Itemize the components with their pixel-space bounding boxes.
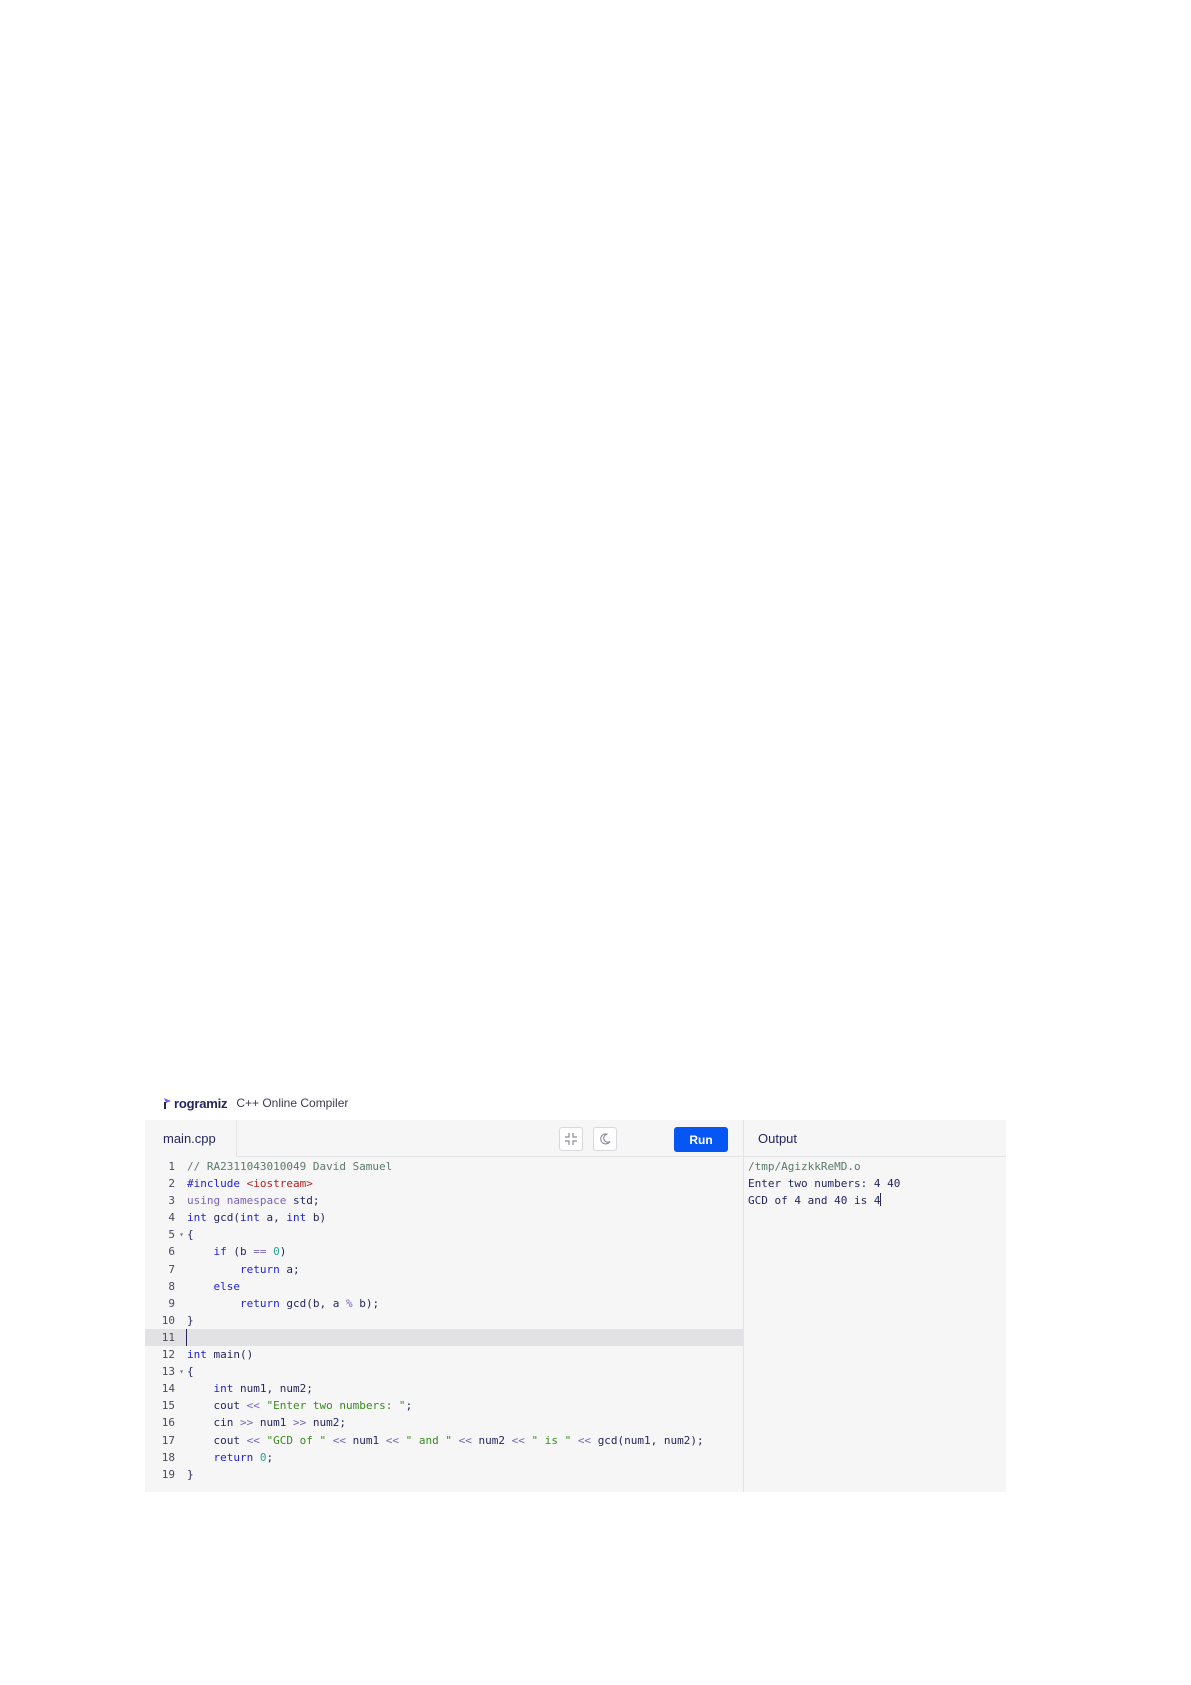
code-text: return 0; [213, 1450, 274, 1464]
line-number: 16 [161, 1416, 175, 1430]
line-number: 8 [168, 1279, 175, 1293]
run-button[interactable]: Run [674, 1127, 728, 1152]
code-text: int num1, num2; [213, 1382, 313, 1396]
code-text: if (b == 0) [213, 1245, 287, 1259]
code-text: { [187, 1365, 194, 1379]
code-line[interactable]: 11 [145, 1328, 743, 1347]
brand-header: rogramiz C++ Online Compiler [163, 1093, 348, 1113]
code-line[interactable]: 8 else [145, 1278, 743, 1295]
line-number: 3 [168, 1194, 175, 1208]
output-path: /tmp/AgizkkReMD.o [748, 1160, 861, 1173]
code-line[interactable]: 10} [145, 1312, 743, 1329]
line-number: 2 [168, 1177, 175, 1191]
code-line[interactable]: 9 return gcd(b, a % b); [145, 1295, 743, 1312]
code-line[interactable]: 15 cout << "Enter two numbers: "; [145, 1397, 743, 1414]
code-line[interactable]: 5 ▾{ [145, 1226, 743, 1243]
text-cursor [880, 1193, 882, 1207]
line-number: 18 [161, 1450, 175, 1464]
code-line[interactable]: 4 int gcd(int a, int b) [145, 1209, 743, 1226]
code-text: #include <iostream> [187, 1177, 313, 1191]
editor-panel: main.cpp Run 1 // RA2311043010049 David S… [145, 1120, 743, 1492]
code-line[interactable]: 2 #include <iostream> [145, 1175, 743, 1192]
code-text: { [187, 1228, 194, 1242]
output-line: Enter two numbers: 4 40 [748, 1177, 901, 1191]
line-number: 11 [161, 1330, 175, 1344]
code-text: cout << "Enter two numbers: "; [187, 1399, 413, 1413]
compiler-app: rogramiz C++ Online Compiler main.cpp Ru… [145, 1085, 1006, 1492]
output-header: Output [744, 1120, 1006, 1157]
output-panel: Output /tmp/AgizkkReMD.o Enter two number… [743, 1120, 1006, 1492]
code-text: return gcd(b, a % b); [239, 1296, 380, 1310]
line-number: 13 ▾ [145, 1363, 184, 1380]
fullscreen-toggle-button[interactable] [559, 1127, 583, 1151]
line-number: 6 [168, 1245, 175, 1259]
code-text: cout << "GCD of " << num1 << " and " << … [187, 1433, 704, 1447]
line-number: 19 [161, 1467, 175, 1481]
line-number: 15 [161, 1399, 175, 1413]
theme-toggle-button[interactable] [593, 1127, 617, 1151]
line-number: 7 [168, 1262, 175, 1276]
line-number: 1 [168, 1160, 175, 1173]
code-line[interactable]: 3 using namespace std; [145, 1192, 743, 1209]
code-line[interactable]: 7 return a; [145, 1261, 743, 1278]
code-line[interactable]: 13 ▾{ [145, 1363, 743, 1380]
code-line[interactable]: 1 // RA2311043010049 David Samuel [145, 1158, 743, 1175]
tab-main-cpp[interactable]: main.cpp [145, 1120, 237, 1157]
code-text: return a; [239, 1262, 300, 1276]
line-number: 17 [161, 1433, 175, 1447]
code-text: int main() [187, 1348, 254, 1362]
code-text: using namespace std; [187, 1194, 320, 1208]
editor-toolbar: main.cpp Run [145, 1120, 743, 1157]
code-line[interactable]: 19} [145, 1466, 743, 1483]
logo-text: rogramiz [174, 1095, 228, 1111]
programiz-logo-icon [164, 1098, 171, 1109]
code-text: else [213, 1279, 241, 1293]
code-line[interactable]: 17 cout << "GCD of " << num1 << " and " … [145, 1432, 743, 1449]
code-text [186, 1328, 187, 1346]
code-text: int gcd(int a, int b) [187, 1211, 327, 1225]
code-editor[interactable]: 1 // RA2311043010049 David Samuel 2 #includ… [145, 1158, 743, 1483]
code-line[interactable]: 12 int main() [145, 1346, 743, 1363]
code-line[interactable]: 14 int num1, num2; [145, 1380, 743, 1397]
line-number: 14 [161, 1382, 175, 1396]
fold-arrow-icon[interactable]: ▾ [179, 1363, 184, 1380]
code-line[interactable]: 18 return 0; [145, 1449, 743, 1466]
line-number: 5 ▾ [145, 1226, 184, 1243]
code-text: } [187, 1467, 194, 1481]
output-text: GCD of 4 and 40 is 4 [748, 1194, 881, 1208]
line-number: 9 [168, 1296, 175, 1310]
fold-arrow-icon[interactable]: ▾ [179, 1226, 184, 1243]
programiz-logo[interactable]: rogramiz [163, 1095, 228, 1111]
compiler-title: C++ Online Compiler [236, 1096, 349, 1110]
line-number: 10 [161, 1313, 175, 1327]
output-console[interactable]: /tmp/AgizkkReMD.o Enter two numbers: 4 40… [744, 1157, 1006, 1209]
code-line[interactable]: 16 cin >> num1 >> num2; [145, 1414, 743, 1431]
code-line[interactable]: 6 if (b == 0) [145, 1243, 743, 1260]
collapse-icon [565, 1133, 577, 1145]
output-line: GCD of 4 and 40 is 4 [748, 1192, 1006, 1209]
moon-icon [600, 1133, 611, 1145]
code-text: // RA2311043010049 David Samuel [187, 1160, 393, 1173]
code-text: cin >> num1 >> num2; [187, 1416, 346, 1430]
line-number: 12 [161, 1348, 175, 1362]
code-text: } [187, 1313, 194, 1327]
line-number: 4 [168, 1211, 175, 1225]
